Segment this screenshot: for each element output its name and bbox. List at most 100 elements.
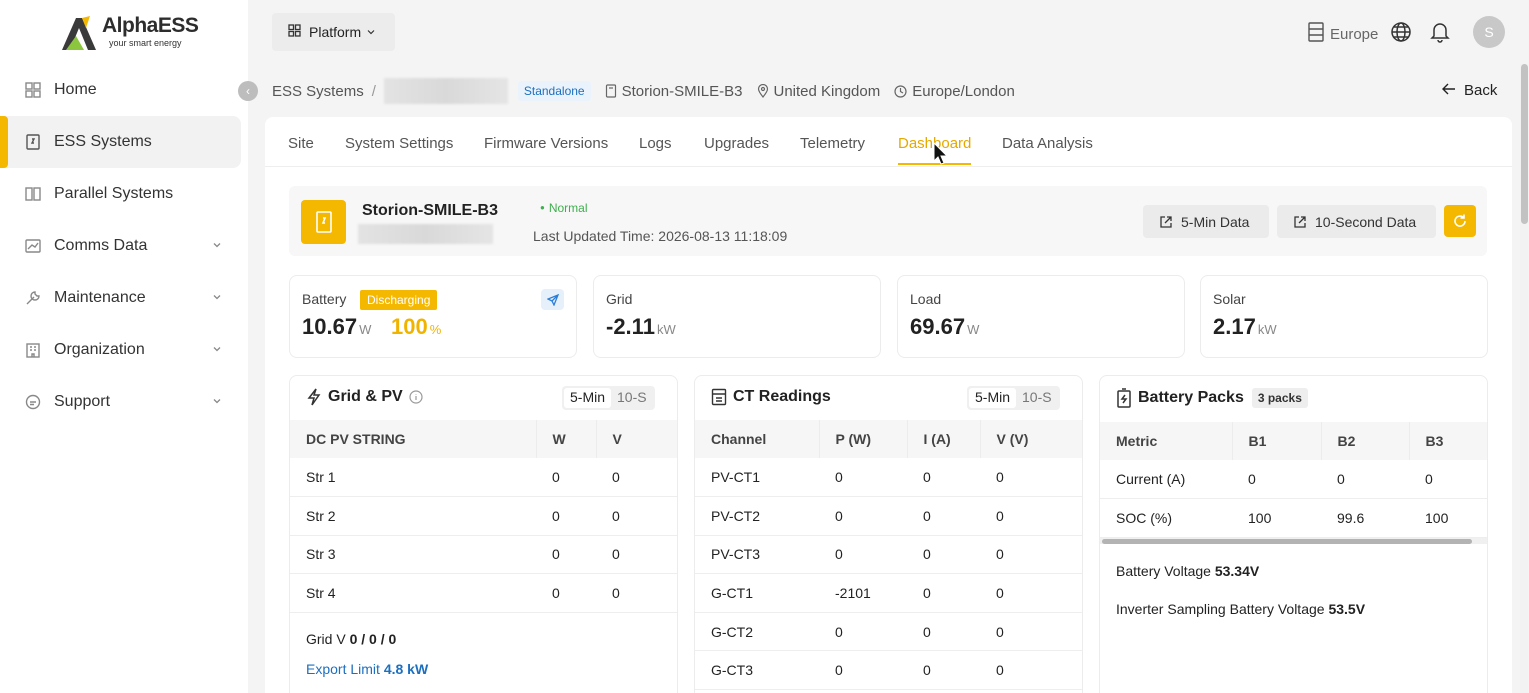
sidebar-collapse-button[interactable]: ‹ [238,81,258,101]
tab-system-settings[interactable]: System Settings [345,135,453,152]
sidebar-item-parallel-systems[interactable]: Parallel Systems [0,168,241,220]
table-cell: G-CT3 [695,650,819,691]
load-power-number: 69.67 [910,314,966,339]
back-button[interactable]: Back [1442,82,1497,99]
table-row: Str 400 [290,573,677,613]
user-avatar[interactable]: S [1473,16,1505,48]
parallel-icon [24,185,42,203]
sidebar-item-ess-systems[interactable]: ESS Systems [0,116,241,168]
ct-readings-title-text: CT Readings [733,388,831,405]
region-selector[interactable]: Europe [1308,22,1378,46]
battery-power-value: 10.67 W [302,314,371,340]
chevron-down-icon[interactable] [211,290,223,308]
tab-bar: Site System Settings Firmware Versions L… [265,117,1512,167]
model-label: Storion-SMILE-B3 [621,82,743,100]
table-cell: 0 [907,496,980,536]
table-row: PV-CT1 0 0 0 [695,458,1082,498]
tab-logs[interactable]: Logs [639,135,672,152]
table-cell: 0 [596,573,677,613]
breadcrumb: ESS Systems / Standalone Storion-SMILE-B… [272,78,1029,104]
table-cell: PV-CT2 [695,496,819,536]
grid-label: Grid [606,291,633,307]
table-cell: 0 [819,650,907,691]
column-header: V (V) [980,420,1082,458]
table-cell: 0 [907,458,980,498]
sidebar-item-comms-data[interactable]: Comms Data [0,220,241,272]
server-icon [1308,22,1324,46]
chevron-down-icon[interactable] [211,342,223,360]
ct-readings-title: CT Readings [711,388,831,406]
arrow-left-icon [1442,82,1456,99]
table-cell: 0 [536,535,596,575]
five-min-data-label: 5-Min Data [1181,213,1250,230]
battery-soc-number: 100 [391,314,428,339]
table-cell: 0 [596,535,677,575]
status-badge: Normal [540,201,588,215]
logo-mark-icon [62,16,96,50]
tab-telemetry[interactable]: Telemetry [800,135,865,152]
mouse-cursor-icon [933,141,949,169]
external-link-icon [1160,215,1172,228]
ten-second-data-label: 10-Second Data [1315,213,1417,230]
sidebar-item-label: Comms Data [54,237,148,254]
table-cell: Str 3 [290,535,536,575]
table-horizontal-scrollbar[interactable] [1100,538,1487,544]
alphaess-logo[interactable]: AlphaESS your smart energy [60,12,199,52]
ct-readings-card: CT Readings 5-Min 10-S Channel P (W) I (… [694,375,1083,693]
sidebar-item-home[interactable]: Home [0,64,241,116]
chevron-down-icon[interactable] [211,394,223,412]
back-label: Back [1464,82,1498,99]
column-header: I (A) [907,420,981,458]
notification-bell-icon[interactable] [1430,21,1450,46]
tab-data-analysis[interactable]: Data Analysis [1002,135,1093,152]
grid-voltage: Grid V 0 / 0 / 0 [306,631,396,647]
column-header: Metric [1100,422,1233,460]
column-header: Channel [695,420,820,458]
load-stat-card: Load 69.67 W [897,275,1185,358]
send-command-button[interactable] [541,289,564,310]
toggle-10s[interactable]: 10-S [611,388,653,408]
export-limit-value: 4.8 kW [383,661,429,677]
ten-second-data-button[interactable]: 10-Second Data [1277,205,1436,238]
language-globe-icon[interactable] [1390,21,1412,46]
table-cell: 0 [907,573,980,613]
country-meta: United Kingdom [757,83,880,100]
inverter-battery-voltage-label: Inverter Sampling Battery Voltage [1116,601,1325,617]
column-header: P (W) [819,420,908,458]
scrollbar-thumb[interactable] [1521,64,1528,224]
table-cell: 0 [536,573,596,613]
refresh-button[interactable] [1444,205,1476,237]
tab-upgrades[interactable]: Upgrades [704,135,769,152]
table-row: Str 200 [290,496,677,536]
toggle-5min[interactable]: 5-Min [969,388,1017,408]
toggle-5min[interactable]: 5-Min [564,388,612,408]
five-min-data-button[interactable]: 5-Min Data [1143,205,1269,238]
table-row: SOC (%) 100 99.6 100 [1100,498,1487,538]
page-vertical-scrollbar[interactable] [1520,64,1528,693]
grid-power-number: -2.11 [606,314,655,339]
export-limit[interactable]: Export Limit 4.8 kW [306,661,428,677]
scrollbar-thumb[interactable] [1102,539,1472,544]
solar-power-number: 2.17 [1213,314,1256,339]
battery-voltage: Battery Voltage 53.34V [1116,563,1259,579]
load-power-unit: W [967,322,980,337]
table-cell: 100 [1232,498,1321,538]
table-cell: 0 [980,496,1082,536]
table-cell: SOC (%) [1100,498,1232,538]
sidebar-item-maintenance[interactable]: Maintenance [0,272,241,324]
grid-pv-title: Grid & PV [306,388,429,406]
battery-soc-value: 100% [391,314,441,340]
toggle-10s[interactable]: 10-S [1016,388,1058,408]
chevron-down-icon[interactable] [211,238,223,256]
sidebar-item-support[interactable]: Support [0,376,241,428]
tab-firmware-versions[interactable]: Firmware Versions [484,135,608,152]
table-cell: Current (A) [1100,460,1232,500]
sidebar-item-organization[interactable]: Organization [0,324,241,376]
breadcrumb-ess-systems[interactable]: ESS Systems [272,83,364,100]
battery-stat-card: Battery Discharging 10.67 W 100% [289,275,577,358]
table-cell: 99.6 [1321,498,1409,538]
platform-menu-button[interactable]: Platform [272,13,395,51]
tab-site[interactable]: Site [288,135,314,152]
support-icon [24,393,42,411]
battery-packs-table: Metric B1 B2 B3 Current (A) 0 0 0 SOC (%) 10… [1100,422,1487,538]
